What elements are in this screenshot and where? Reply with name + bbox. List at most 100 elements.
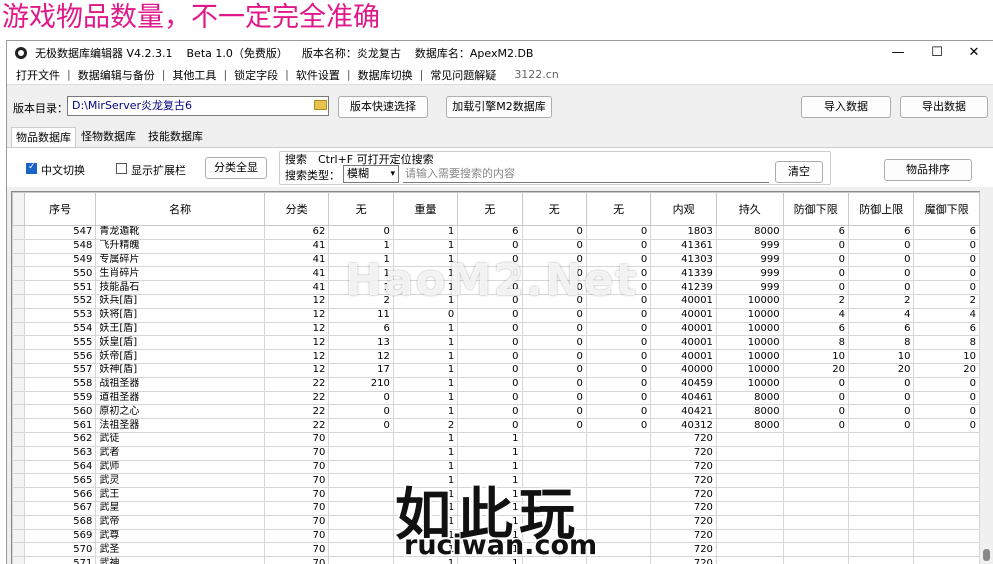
table-cell[interactable]	[585, 459, 652, 475]
table-cell[interactable]	[715, 431, 784, 447]
menu-site-link[interactable]: 3122.cn	[509, 68, 564, 81]
table-cell[interactable]: 0	[585, 225, 652, 240]
row-indicator[interactable]	[12, 404, 25, 420]
table-cell[interactable]: 11	[328, 307, 394, 323]
table-cell[interactable]	[715, 459, 784, 475]
menu-edit-backup[interactable]: 数据编辑与备份	[73, 67, 160, 83]
table-cell[interactable]: 0	[521, 225, 587, 240]
table-cell[interactable]	[913, 431, 980, 447]
table-cell[interactable]: 720	[650, 556, 717, 564]
item-name-cell[interactable]: 道祖圣器	[95, 390, 265, 406]
table-cell[interactable]	[328, 528, 394, 544]
table-cell[interactable]: 40001	[650, 321, 717, 337]
table-cell[interactable]: 0	[521, 404, 587, 420]
table-cell[interactable]: 12	[263, 362, 330, 378]
table-cell[interactable]	[715, 556, 784, 564]
table-cell[interactable]: 12	[263, 335, 330, 351]
table-cell[interactable]	[328, 514, 394, 530]
table-row[interactable]: 555 妖皇[盾] 12 13 1 0 0 0 40001 10000 8 8 8	[12, 335, 980, 351]
table-cell[interactable]: 720	[650, 459, 717, 475]
table-cell[interactable]: 561	[23, 418, 97, 433]
table-cell[interactable]: 41239	[650, 280, 717, 295]
table-cell[interactable]: 0	[457, 390, 523, 406]
row-indicator[interactable]	[12, 266, 25, 282]
table-cell[interactable]: 6	[782, 321, 850, 337]
table-cell[interactable]: 12	[263, 307, 330, 323]
column-header[interactable]: 无	[521, 192, 587, 226]
row-indicator[interactable]	[12, 252, 25, 268]
table-cell[interactable]: 2	[392, 418, 459, 433]
table-cell[interactable]: 566	[23, 487, 97, 502]
table-cell[interactable]: 563	[23, 445, 97, 461]
table-cell[interactable]: 560	[23, 404, 97, 420]
row-indicator[interactable]	[12, 487, 25, 502]
row-indicator[interactable]	[12, 335, 25, 351]
table-cell[interactable]	[782, 514, 850, 530]
table-cell[interactable]: 10000	[715, 335, 784, 351]
table-row[interactable]: 554 妖王[盾] 12 6 1 0 0 0 40001 10000 6 6 6	[12, 321, 980, 337]
table-cell[interactable]	[585, 487, 652, 502]
table-cell[interactable]: 40000	[650, 362, 717, 378]
table-cell[interactable]: 70	[263, 473, 330, 489]
table-cell[interactable]: 0	[848, 404, 915, 420]
table-cell[interactable]: 555	[23, 335, 97, 351]
table-cell[interactable]: 0	[913, 280, 980, 295]
table-cell[interactable]: 12	[328, 349, 394, 364]
table-cell[interactable]: 10	[848, 349, 915, 364]
table-cell[interactable]: 569	[23, 528, 97, 544]
table-cell[interactable]: 8000	[715, 390, 784, 406]
table-cell[interactable]: 41339	[650, 266, 717, 282]
table-cell[interactable]: 20	[913, 362, 980, 378]
table-cell[interactable]: 0	[782, 390, 850, 406]
table-cell[interactable]: 6	[457, 225, 523, 240]
item-name-cell[interactable]: 飞升精魄	[95, 238, 265, 254]
table-cell[interactable]: 0	[782, 238, 850, 254]
table-cell[interactable]: 0	[913, 238, 980, 254]
table-cell[interactable]	[782, 556, 850, 564]
table-cell[interactable]	[585, 431, 652, 447]
table-cell[interactable]: 2	[848, 293, 915, 309]
column-header[interactable]: 防御下限	[782, 192, 850, 226]
table-cell[interactable]: 0	[913, 252, 980, 268]
table-cell[interactable]	[848, 487, 915, 502]
item-name-cell[interactable]: 武尊	[95, 528, 265, 544]
table-cell[interactable]: 1	[392, 431, 459, 447]
table-cell[interactable]: 0	[328, 225, 394, 240]
table-cell[interactable]: 720	[650, 473, 717, 489]
table-cell[interactable]: 0	[585, 418, 652, 433]
row-indicator[interactable]	[12, 238, 25, 254]
item-name-cell[interactable]: 武圣	[95, 542, 265, 558]
item-name-cell[interactable]: 武师	[95, 459, 265, 475]
table-cell[interactable]: 0	[913, 266, 980, 282]
table-cell[interactable]: 556	[23, 349, 97, 364]
table-row[interactable]: 556 妖帝[盾] 12 12 1 0 0 0 40001 10000 10 10 10	[12, 349, 980, 364]
close-button[interactable]: ✕	[951, 41, 993, 65]
table-cell[interactable]: 554	[23, 321, 97, 337]
table-cell[interactable]: 0	[585, 349, 652, 364]
table-cell[interactable]	[848, 556, 915, 564]
item-name-cell[interactable]: 生肖碎片	[95, 266, 265, 282]
table-cell[interactable]: 8	[848, 335, 915, 351]
table-cell[interactable]: 41	[263, 266, 330, 282]
table-cell[interactable]: 0	[457, 335, 523, 351]
table-cell[interactable]: 8000	[715, 225, 784, 240]
table-cell[interactable]: 41	[263, 238, 330, 254]
table-cell[interactable]: 10000	[715, 376, 784, 392]
table-cell[interactable]: 558	[23, 376, 97, 392]
menu-faq[interactable]: 常见问题解疑	[425, 67, 501, 83]
table-cell[interactable]: 8000	[715, 404, 784, 420]
table-cell[interactable]	[913, 514, 980, 530]
item-name-cell[interactable]: 妖皇[盾]	[95, 335, 265, 351]
table-cell[interactable]: 0	[782, 376, 850, 392]
table-cell[interactable]: 22	[263, 404, 330, 420]
table-cell[interactable]: 2	[913, 293, 980, 309]
column-header[interactable]: 重量	[392, 192, 459, 226]
tab-monsters[interactable]: 怪物数据库	[77, 127, 140, 147]
row-indicator[interactable]	[12, 473, 25, 489]
table-cell[interactable]: 999	[715, 280, 784, 295]
table-cell[interactable]: 0	[457, 349, 523, 364]
table-cell[interactable]: 0	[392, 307, 459, 323]
vertical-scrollbar[interactable]	[980, 191, 993, 564]
table-cell[interactable]: 62	[263, 225, 330, 240]
table-cell[interactable]: 70	[263, 556, 330, 564]
